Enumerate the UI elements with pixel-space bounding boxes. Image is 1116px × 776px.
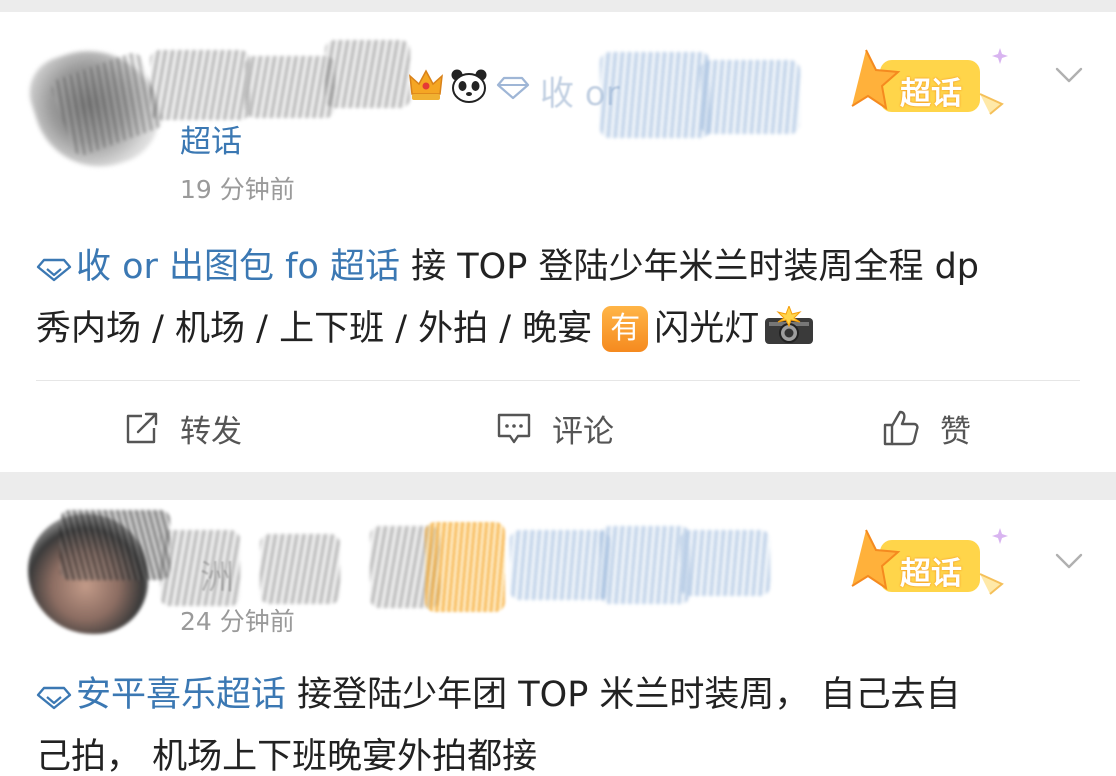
divider	[36, 380, 1080, 381]
supertopic-badge-label: 超话	[900, 76, 962, 112]
diamond-icon	[496, 76, 530, 100]
comment-label: 评论	[552, 413, 614, 450]
repost-button[interactable]: 转发	[124, 400, 242, 456]
diamond-icon	[36, 258, 72, 282]
name-scribble	[150, 50, 250, 120]
thumbs-up-icon	[883, 410, 919, 446]
post-card[interactable]: 收 or 超话 19 分钟前 超话 收 or 出图包 fo 超话 接 TOP 登…	[0, 12, 1116, 472]
post-content: 安平喜乐超话 接登陆少年团 TOP 米兰时装周， 自己去自 己拍， 机场上下班晚…	[36, 664, 1086, 776]
name-scribble	[325, 40, 410, 108]
name-scribble	[260, 534, 340, 604]
post-text-fragment: 闪光灯	[654, 309, 760, 349]
comment-button[interactable]: 评论	[496, 400, 614, 456]
name-scribble	[510, 530, 610, 600]
supertopic-name: 安平喜乐超话	[76, 675, 287, 715]
post-text-line: 秀内场 / 机场 / 上下班 / 外拍 / 晚宴	[36, 309, 593, 349]
supertopic-badge[interactable]: 超话	[850, 522, 1020, 608]
supertopic-badge-label: 超话	[900, 556, 962, 592]
you-badge: 有	[602, 306, 649, 352]
supertopic-link[interactable]: 收 or 出图包 fo 超话	[36, 247, 400, 287]
like-button[interactable]: 赞	[882, 400, 971, 456]
name-scribble	[600, 526, 690, 604]
name-scribble	[600, 52, 710, 138]
repost-icon	[126, 412, 158, 444]
supertopic-link[interactable]: 安平喜乐超话	[36, 675, 286, 715]
supertopic-badge[interactable]: 超话	[850, 42, 1020, 128]
post-card[interactable]: 洲 24 分钟前 超话 安平喜乐超话 接登陆少年团 TOP 米兰时装周， 自己去…	[0, 500, 1116, 776]
comment-icon	[497, 413, 531, 444]
chevron-down-icon[interactable]	[1054, 60, 1084, 90]
avatar-scribble	[60, 510, 170, 580]
post-text-line: 接登陆少年团 TOP 米兰时装周， 自己去自	[286, 675, 961, 715]
crown-icon	[409, 69, 443, 100]
panda-icon	[451, 69, 487, 103]
chevron-down-icon[interactable]	[1054, 546, 1084, 576]
name-scribble	[425, 522, 505, 612]
weibo-feed: 收 or 超话 19 分钟前 超话 收 or 出图包 fo 超话 接 TOP 登…	[0, 0, 1116, 776]
post-time: 24 分钟前	[180, 607, 295, 636]
post-content: 收 or 出图包 fo 超话 接 TOP 登陆少年米兰时装周全程 dp 秀内场 …	[36, 236, 1086, 360]
post-text-line: 己拍， 机场上下班晚宴外拍都接	[36, 737, 538, 776]
name-supertopic-tag[interactable]: 超话	[180, 116, 242, 161]
name-scribble	[245, 56, 335, 118]
supertopic-name: 收 or 出图包 fo 超话	[76, 247, 401, 287]
name-scribble	[160, 530, 240, 606]
like-label: 赞	[940, 413, 971, 450]
camera-flash-icon	[765, 306, 814, 344]
name-scribble	[700, 60, 800, 134]
name-scribble	[680, 530, 770, 596]
repost-label: 转发	[180, 413, 242, 450]
post-text-line: 接 TOP 登陆少年米兰时装周全程 dp	[400, 247, 980, 287]
post-time: 19 分钟前	[180, 175, 295, 204]
diamond-icon	[36, 686, 72, 710]
